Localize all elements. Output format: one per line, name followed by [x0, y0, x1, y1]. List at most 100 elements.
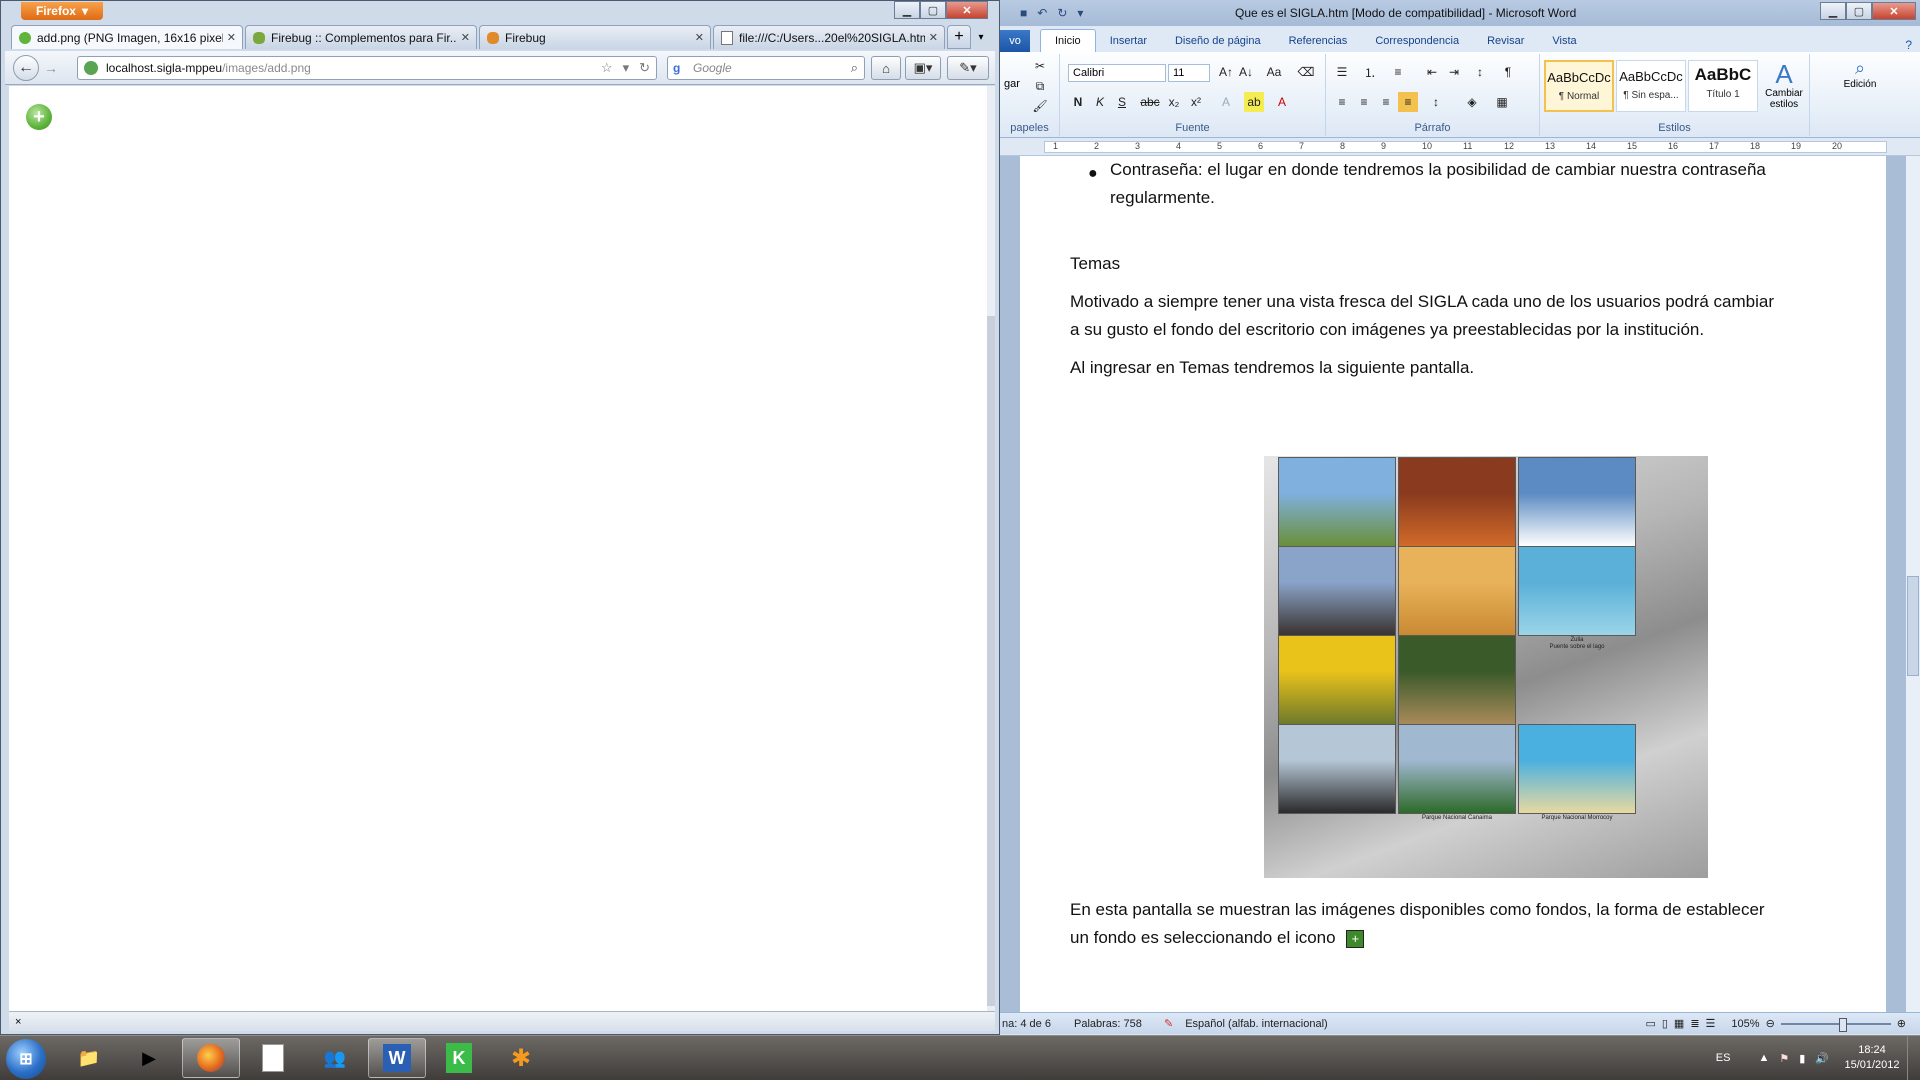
draft-icon[interactable]: ☰: [1706, 1017, 1716, 1030]
tab-close-icon[interactable]: ✕: [461, 31, 470, 44]
close-button[interactable]: ✕: [946, 1, 988, 19]
justify-icon[interactable]: ≡: [1398, 92, 1418, 112]
cut-icon[interactable]: ✂: [1030, 56, 1050, 76]
tab-close-icon[interactable]: ✕: [929, 31, 938, 44]
page-count[interactable]: na: 4 de 6: [1002, 1018, 1062, 1030]
strikethrough-icon[interactable]: abc: [1140, 92, 1160, 112]
google-engine-icon[interactable]: g: [673, 61, 687, 75]
search-bar[interactable]: g Google ⌕: [667, 56, 865, 80]
bullets-icon[interactable]: ☰: [1332, 62, 1352, 82]
tab-add-png[interactable]: add.png (PNG Imagen, 16x16 pixels) ✕: [11, 25, 243, 49]
show-desktop-button[interactable]: [1907, 1036, 1920, 1080]
sort-icon[interactable]: ↕: [1470, 62, 1490, 82]
addon-bar-close-icon[interactable]: ×: [15, 1016, 21, 1028]
search-icon[interactable]: ⌕: [851, 60, 858, 76]
new-tab-button[interactable]: +: [947, 25, 971, 49]
media-player-taskbar-icon[interactable]: ▶: [120, 1038, 178, 1078]
scrollbar-thumb[interactable]: [1907, 576, 1919, 676]
tab-firebug[interactable]: Firebug ✕: [479, 25, 711, 49]
paste-button-label[interactable]: gar: [1004, 78, 1020, 90]
scrollbar-thumb[interactable]: [987, 316, 995, 1006]
bookmark-star-icon[interactable]: ☆: [601, 60, 613, 76]
zoom-out-icon[interactable]: ⊖: [1766, 1017, 1775, 1030]
tab-close-icon[interactable]: ✕: [695, 31, 704, 44]
redo-icon[interactable]: ↻: [1057, 6, 1067, 20]
font-name-select[interactable]: Calibri: [1068, 64, 1166, 82]
web-layout-icon[interactable]: ▦: [1674, 1017, 1684, 1030]
reading-icon[interactable]: ▯: [1662, 1017, 1668, 1030]
align-right-icon[interactable]: ≡: [1376, 92, 1396, 112]
zoom-slider[interactable]: [1780, 1017, 1891, 1032]
forward-button[interactable]: →: [41, 59, 61, 77]
network-taskbar-icon[interactable]: 👥: [306, 1038, 364, 1078]
network-icon[interactable]: ▮: [1799, 1052, 1805, 1065]
highlight-icon[interactable]: ab: [1244, 92, 1264, 112]
undo-icon[interactable]: ↶: [1037, 6, 1047, 20]
maximize-button[interactable]: ▢: [920, 1, 946, 19]
minimize-button[interactable]: ▁: [894, 1, 920, 19]
subscript-icon[interactable]: x₂: [1164, 92, 1184, 112]
language-indicator[interactable]: ES: [1716, 1052, 1731, 1064]
outline-icon[interactable]: ≣: [1690, 1017, 1699, 1030]
tab-inicio[interactable]: Inicio: [1040, 29, 1096, 52]
bookmarks-button[interactable]: ▣▾: [905, 56, 941, 80]
document-taskbar-icon[interactable]: [244, 1038, 302, 1078]
line-spacing-icon[interactable]: ↕: [1426, 92, 1446, 112]
site-identity-icon[interactable]: [84, 61, 98, 75]
minimize-button[interactable]: ▁: [1820, 2, 1846, 20]
tab-correspondencia[interactable]: Correspondencia: [1361, 30, 1473, 52]
document-page[interactable]: ● Contraseña: el lugar en donde tendremo…: [1020, 156, 1886, 1012]
text-effects-icon[interactable]: A: [1216, 92, 1236, 112]
style-no-spacing[interactable]: AaBbCcDc ¶ Sin espa...: [1616, 60, 1686, 112]
customize-qa-icon[interactable]: ▾: [1077, 6, 1083, 20]
decrease-indent-icon[interactable]: ⇤: [1422, 62, 1442, 82]
zoom-in-icon[interactable]: ⊕: [1897, 1017, 1906, 1030]
firefox-taskbar-icon[interactable]: [182, 1038, 240, 1078]
tab-revisar[interactable]: Revisar: [1473, 30, 1538, 52]
close-button[interactable]: ✕: [1872, 2, 1916, 20]
clock[interactable]: 18:24 15/01/2012: [1837, 1043, 1907, 1073]
orange-app-taskbar-icon[interactable]: ✱: [492, 1038, 550, 1078]
format-painter-icon[interactable]: 🖌: [1030, 96, 1050, 116]
tab-firebug-addons[interactable]: Firebug :: Complementos para Fir... ✕: [245, 25, 477, 49]
volume-icon[interactable]: 🔊: [1815, 1052, 1829, 1065]
word-taskbar-icon[interactable]: W: [368, 1038, 426, 1078]
align-left-icon[interactable]: ≡: [1332, 92, 1352, 112]
bold-icon[interactable]: N: [1068, 92, 1088, 112]
back-button[interactable]: ←: [13, 55, 39, 81]
zoom-level[interactable]: 105%: [1731, 1018, 1759, 1030]
help-icon[interactable]: ?: [1905, 38, 1912, 52]
reload-icon[interactable]: ↻: [639, 60, 650, 76]
copy-icon[interactable]: ⧉: [1030, 76, 1050, 96]
tab-close-icon[interactable]: ✕: [227, 31, 236, 44]
print-layout-icon[interactable]: ▭: [1645, 1017, 1655, 1030]
change-case-icon[interactable]: Aa: [1264, 62, 1284, 82]
url-bar[interactable]: localhost.sigla-mppeu/images/add.png ☆ ▾…: [77, 56, 657, 80]
underline-icon[interactable]: S: [1112, 92, 1132, 112]
borders-icon[interactable]: ▦: [1492, 92, 1512, 112]
multilevel-list-icon[interactable]: ≡: [1388, 62, 1408, 82]
tab-referencias[interactable]: Referencias: [1275, 30, 1362, 52]
shading-icon[interactable]: ◈: [1462, 92, 1482, 112]
style-normal[interactable]: AaBbCcDc ¶ Normal: [1544, 60, 1614, 112]
home-button[interactable]: ⌂: [871, 56, 901, 80]
history-dropdown-icon[interactable]: ▾: [623, 60, 630, 76]
language-status[interactable]: Español (alfab. internacional): [1185, 1018, 1327, 1030]
change-styles-button[interactable]: A Cambiar estilos: [1764, 60, 1804, 110]
italic-icon[interactable]: K: [1090, 92, 1110, 112]
increase-indent-icon[interactable]: ⇥: [1444, 62, 1464, 82]
explorer-taskbar-icon[interactable]: 📁: [60, 1038, 118, 1078]
firefox-menu-button[interactable]: Firefox ▾: [21, 2, 103, 20]
firebug-toolbar-button[interactable]: ✎▾: [947, 56, 989, 80]
file-tab[interactable]: vo: [1000, 30, 1030, 52]
horizontal-ruler[interactable]: 1 2 3 4 5 6 7 8 9 10 11 12 13 14 15 16 17 18 19 20: [1000, 138, 1920, 156]
save-icon[interactable]: ■: [1020, 6, 1027, 20]
clear-format-icon[interactable]: ⌫: [1296, 62, 1316, 82]
list-all-tabs-button[interactable]: ▾: [971, 25, 991, 49]
scrollbar[interactable]: [987, 86, 995, 1011]
maximize-button[interactable]: ▢: [1846, 2, 1872, 20]
editing-button[interactable]: ⌕ Edición: [1820, 58, 1900, 90]
tab-diseno-pagina[interactable]: Diseño de página: [1161, 30, 1275, 52]
style-heading1[interactable]: AaBbC Título 1: [1688, 60, 1758, 112]
tab-insertar[interactable]: Insertar: [1096, 30, 1161, 52]
